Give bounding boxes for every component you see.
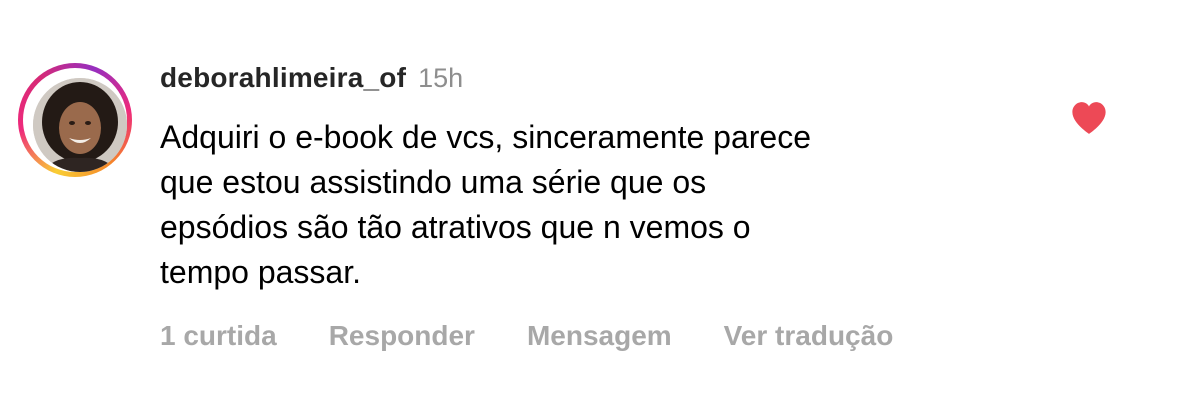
avatar-gap [23,68,127,172]
username-link[interactable]: deborahlimeira_of [160,62,406,94]
comment-item: deborahlimeira_of 15h Adquiri o e-book d… [0,0,1179,409]
see-translation-button[interactable]: Ver tradução [724,320,894,352]
avatar-photo [33,78,127,172]
likes-count-link[interactable]: 1 curtida [160,320,277,352]
avatar[interactable] [33,78,127,172]
comment-line: que estou assistindo uma série que os [160,164,707,200]
comment-line: Adquiri o e-book de vcs, sinceramente pa… [160,119,812,155]
reply-button[interactable]: Responder [329,320,475,352]
message-button[interactable]: Mensagem [527,320,672,352]
timestamp: 15h [418,63,464,93]
comment-text: Adquiri o e-book de vcs, sinceramente pa… [160,115,1040,295]
comment-line: tempo passar. [160,254,361,290]
like-button[interactable] [1070,100,1108,136]
comment-header: deborahlimeira_of 15h [160,62,463,98]
story-ring[interactable] [18,63,132,177]
comment-line: epsódios são tão atrativos que n vemos o [160,209,751,245]
comment-actions: 1 curtida Responder Mensagem Ver traduçã… [160,318,945,354]
heart-icon [1072,102,1106,134]
